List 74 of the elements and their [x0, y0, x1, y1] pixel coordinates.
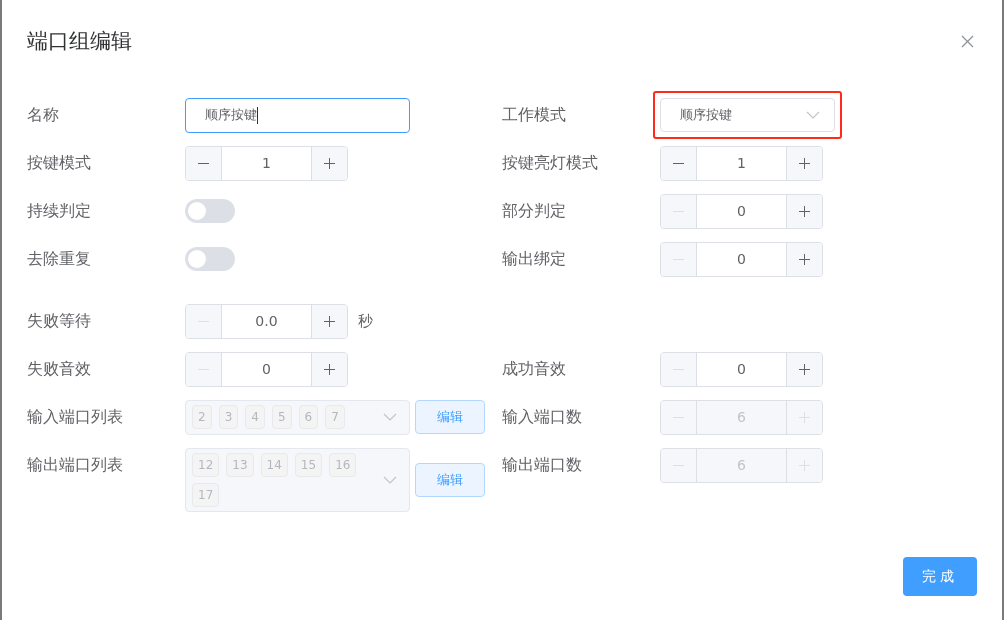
field-label: 持续判定 [27, 199, 92, 222]
minus-button[interactable] [186, 304, 222, 338]
dialog-title: 端口组编辑 [27, 28, 132, 55]
field-label: 输入端口列表 [27, 405, 124, 428]
number-stepper[interactable]: 0 [185, 351, 348, 387]
stepper-value: 0 [736, 201, 747, 221]
toggle-switch[interactable] [185, 198, 235, 223]
plus-icon [799, 157, 810, 169]
plus-button[interactable] [786, 242, 822, 276]
minus-button[interactable] [186, 352, 222, 386]
port-tag: 2 [192, 405, 212, 429]
field-label: 按键亮灯模式 [502, 151, 599, 174]
stepper-value: 0.0 [254, 311, 279, 331]
field-label: 输出端口列表 [27, 453, 124, 476]
field-label: 输入端口数 [502, 405, 583, 428]
plus-button[interactable] [311, 146, 347, 180]
name-field[interactable]: 顺序按键 [185, 97, 410, 133]
field-label: 按键模式 [27, 151, 92, 174]
field-label: 失败音效 [27, 357, 92, 380]
stepper-value: 1 [261, 153, 272, 173]
plus-icon [799, 363, 810, 375]
port-tag: 3 [218, 405, 239, 429]
plus-icon [799, 253, 810, 265]
number-stepper[interactable]: 0 [660, 241, 823, 277]
plus-icon [324, 315, 335, 327]
chevron-down-icon [383, 475, 397, 484]
stepper-value: 0 [736, 249, 747, 269]
field-label: 输出端口数 [502, 453, 583, 476]
mode-select[interactable]: 顺序按键 [653, 90, 842, 139]
port-tag: 6 [298, 405, 319, 429]
unit-label: 秒 [358, 310, 373, 332]
chevron-down-icon [383, 413, 397, 421]
field-label: 输出绑定 [502, 247, 567, 270]
minus-button[interactable] [661, 242, 697, 276]
field-label: 部分判定 [502, 199, 567, 222]
plus-button[interactable] [311, 352, 347, 386]
minus-button[interactable] [186, 146, 222, 180]
plus-button[interactable] [311, 304, 347, 338]
toggle-switch[interactable] [185, 246, 235, 271]
number-stepper[interactable]: 0 [660, 193, 823, 229]
close-icon[interactable] [961, 35, 974, 49]
number-stepper[interactable]: 0 [660, 351, 823, 387]
port-tag: 7 [325, 405, 345, 429]
plus-icon [799, 411, 810, 423]
port-tag: 12 [192, 452, 220, 477]
chevron-down-icon [806, 110, 820, 119]
number-stepper[interactable]: 1 [660, 145, 823, 181]
port-tag: 17 [192, 482, 220, 507]
field-label: 成功音效 [502, 357, 567, 380]
field-label: 工作模式 [502, 103, 567, 126]
minus-button[interactable] [661, 146, 697, 180]
number-stepper[interactable]: 1 [185, 145, 348, 181]
port-tag: 4 [245, 405, 265, 429]
port-tag: 5 [271, 405, 292, 429]
stepper-value: 0 [736, 359, 747, 379]
plus-icon [324, 363, 335, 375]
field-label: 失败等待 [27, 309, 92, 332]
port-tag: 13 [226, 452, 254, 477]
port-tag: 16 [329, 452, 357, 477]
plus-button[interactable] [786, 194, 822, 228]
minus-button[interactable] [661, 352, 697, 386]
plus-icon [324, 157, 335, 169]
port-tag: 15 [294, 452, 323, 477]
stepper-value: 0 [261, 359, 272, 379]
port-tag: 14 [260, 452, 288, 477]
field-label: 名称 [27, 103, 60, 126]
plus-button[interactable] [786, 146, 822, 180]
plus-button[interactable] [786, 352, 822, 386]
plus-icon [799, 205, 810, 217]
plus-icon [799, 459, 810, 471]
field-label: 去除重复 [27, 247, 92, 270]
number-stepper[interactable]: 0.0 [185, 303, 348, 339]
stepper-value: 1 [736, 153, 747, 173]
minus-button[interactable] [661, 194, 697, 228]
